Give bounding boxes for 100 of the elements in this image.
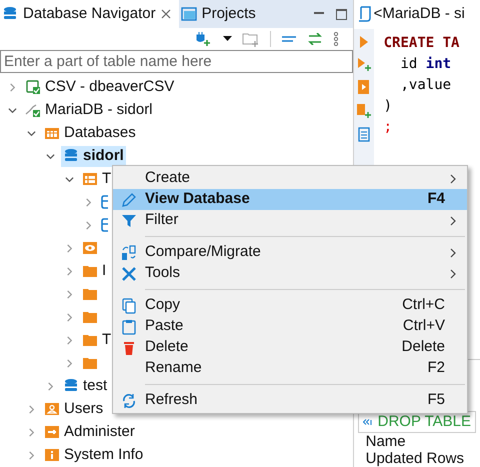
chevron-down-icon[interactable] [26,128,36,138]
result-row-text: Name [364,433,407,450]
menu-item[interactable]: Paste Ctrl+V [113,316,467,337]
filter-field[interactable]: Enter a part of table name here [0,50,353,73]
table-icon [101,218,108,232]
folder-icon [82,263,98,280]
tree-item[interactable]: I [80,260,108,282]
menu-item[interactable]: Refresh F5 [113,390,467,411]
script-run-icon[interactable] [356,78,371,95]
plug-check-icon [25,102,41,118]
shortcut: F5 [427,390,446,410]
code-line: ,value [399,76,452,95]
tree-item[interactable]: CSV - dbeaverCSV [23,76,176,98]
chevron-right-icon[interactable] [84,220,92,230]
more-icon[interactable] [332,32,339,46]
shortcut: Delete [402,337,446,358]
tree-label: System Info [64,445,144,466]
menu-item[interactable]: Filter [113,210,467,231]
wrench-folder-icon [44,424,60,440]
tree-label: Databases [64,123,136,144]
menu-label: Copy [145,295,182,316]
tab-label: Database Navigator [23,4,156,24]
play-icon[interactable] [358,34,369,49]
chevron-right-icon[interactable] [26,404,36,414]
code-line: id int [399,54,452,74]
window-icon [180,6,197,22]
menu-item[interactable]: Rename F2 [113,358,467,379]
menu-label: Rename [145,358,203,378]
grid-folder-icon [44,125,60,142]
tree-label: CSV - dbeaverCSV [45,77,174,98]
menu-item[interactable]: Copy Ctrl+C [113,295,467,316]
code-line: ) [384,96,394,116]
tree-item[interactable]: System Info [42,444,146,466]
chevron-right-icon[interactable] [84,198,92,207]
chevron-right-icon[interactable] [64,312,74,322]
query-label: DROP TABLE [378,412,471,432]
menu-item[interactable]: Compare/Migrate [113,242,467,263]
maximize-icon[interactable] [336,8,347,20]
menu-label: Filter [145,210,180,230]
chevron-right-icon[interactable] [64,266,74,276]
menu-label: Refresh [145,390,199,410]
script-run-add-icon[interactable] [356,102,372,119]
tree-item[interactable]: T [80,168,114,190]
table-icon [101,195,108,210]
folder-icon [82,309,98,326]
chevron-right-icon[interactable] [64,358,74,368]
link-arrows-icon[interactable] [306,32,323,45]
user-folder-icon [44,401,60,418]
menu-item[interactable]: Create [113,168,467,189]
collapse-icon[interactable] [280,34,297,44]
tree-item[interactable]: T [80,330,114,351]
play-add-icon[interactable] [356,56,371,71]
tree-label: test [83,376,108,396]
menu-label: Tools [145,263,182,284]
menu-item[interactable]: Tools [113,263,467,284]
tree-item[interactable]: sidorl [61,146,126,167]
table-folder-icon [82,171,98,188]
shortcut: F2 [427,358,446,378]
code-line: CREATE TA [384,34,460,53]
tools-icon [121,266,137,282]
script-icon [358,6,371,22]
panel-tab[interactable]: Database Navigator [0,0,179,28]
tab-label: Projects [202,4,256,24]
info-folder-icon [44,447,60,464]
compare-icon [121,244,137,260]
menu-label: Create [145,168,192,188]
chevron-right-icon[interactable] [46,382,54,391]
chevron-down-icon[interactable] [46,152,54,161]
tree-label: Users [64,399,104,420]
chevron-down-icon[interactable] [8,106,16,115]
tree-item[interactable]: Users [42,398,106,420]
shortcut: Ctrl+V [402,316,446,336]
chevron-right-icon[interactable] [64,336,74,345]
tree-item[interactable]: Databases [42,122,138,144]
chevron-right-icon[interactable] [8,82,16,92]
tree-label: Administer [64,422,135,442]
plug-add-icon[interactable] [194,30,213,47]
folder-icon [82,355,98,372]
copy-icon [121,298,137,314]
code-line: ; [384,118,394,137]
dropdown-icon[interactable] [222,36,232,42]
new-folder-icon[interactable] [242,30,260,47]
chevron-right-icon[interactable] [64,244,74,253]
menu-label: Paste [145,316,184,336]
menu-item[interactable]: Delete Delete [113,337,467,358]
chevron-right-icon[interactable] [26,450,36,460]
chevron-right-icon[interactable] [64,290,74,299]
tree-item[interactable]: test [61,376,110,397]
tree-item[interactable]: Administer [42,422,137,443]
chevron-down-icon[interactable] [64,174,74,184]
menu-item[interactable]: View Database F4 [113,189,467,210]
spreadsheet-icon [25,79,41,96]
chevron-right-icon[interactable] [26,428,36,437]
document-icon[interactable] [358,126,370,142]
tree-label: T [102,330,112,350]
eye-folder-icon [82,240,98,256]
shortcut: Ctrl+C [402,295,446,316]
close-icon[interactable] [160,9,171,20]
tree-item[interactable]: MariaDB - sidorl [23,100,155,121]
pencil-icon [121,192,137,208]
